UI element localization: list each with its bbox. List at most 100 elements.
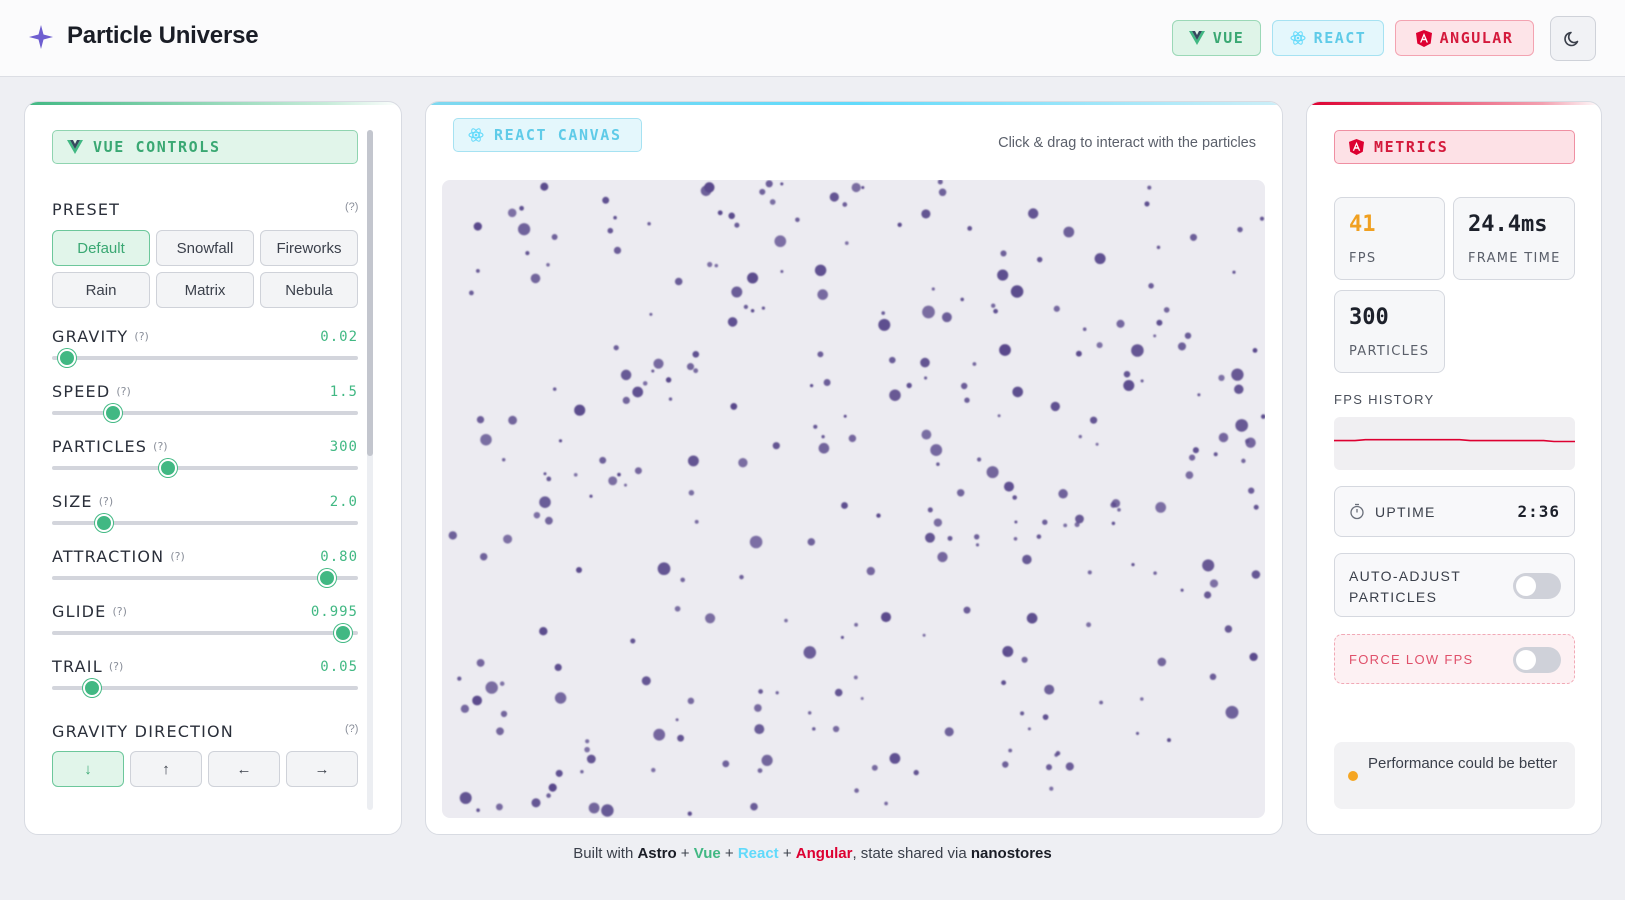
slider-thumb-trail[interactable]: [82, 679, 101, 697]
slider-help[interactable]: (?): [99, 495, 113, 508]
particle: [842, 202, 848, 207]
fps-label: FPS: [1349, 251, 1377, 266]
particle: [889, 389, 901, 401]
particle: [861, 185, 865, 190]
particle: [1116, 319, 1125, 328]
particle: [1028, 208, 1039, 219]
particle: [1147, 185, 1152, 190]
gravity-direction-help[interactable]: (?): [345, 723, 358, 735]
gravity-right-button[interactable]: →: [286, 751, 358, 787]
particle: [693, 368, 699, 374]
particle: [921, 429, 932, 440]
particle: [479, 552, 488, 561]
preset-rain-button[interactable]: Rain: [52, 272, 150, 308]
particle: [1000, 250, 1007, 257]
theme-toggle-button[interactable]: [1550, 16, 1596, 61]
preset-help[interactable]: (?): [345, 201, 358, 213]
vue-controls-panel: VUE CONTROLS PRESET (?) Default Snowfall…: [24, 101, 402, 835]
particle-canvas[interactable]: [442, 180, 1265, 818]
gravity-up-button[interactable]: ↑: [130, 751, 202, 787]
react-framework-badge[interactable]: REACT: [1272, 20, 1384, 56]
slider-track-gravity[interactable]: [52, 356, 358, 360]
particle: [1260, 414, 1265, 419]
particle: [1063, 523, 1068, 528]
slider-thumb-size[interactable]: [95, 514, 114, 532]
particle: [476, 416, 485, 424]
preset-snowfall-button[interactable]: Snowfall: [156, 230, 254, 266]
particle: [704, 182, 715, 193]
particle: [546, 476, 552, 482]
performance-status-text: Performance could be better: [1368, 755, 1558, 772]
vue-badge-label: VUE: [1212, 29, 1245, 47]
particle: [1202, 559, 1215, 572]
slider-thumb-glide[interactable]: [333, 624, 352, 642]
particle: [651, 369, 655, 373]
frame-time-label: FRAME TIME: [1468, 251, 1561, 266]
particle: [457, 676, 462, 681]
vue-framework-badge[interactable]: VUE: [1172, 20, 1261, 56]
particle: [613, 246, 622, 255]
particle: [761, 754, 773, 766]
gravity-left-button[interactable]: ←: [208, 751, 280, 787]
moon-icon: [1564, 31, 1579, 46]
particle: [991, 303, 996, 308]
slider-track-attraction[interactable]: [52, 576, 358, 580]
slider-track-glide[interactable]: [52, 631, 358, 635]
particle: [922, 305, 935, 319]
slider-thumb-particles[interactable]: [159, 459, 178, 477]
particle: [1148, 283, 1154, 289]
particle: [634, 467, 642, 475]
controls-scrollbar-thumb[interactable]: [367, 130, 373, 456]
footer-plus-2: +: [720, 845, 738, 862]
particle: [759, 188, 766, 195]
particle: [1184, 332, 1192, 339]
particle: [1135, 731, 1140, 735]
preset-fireworks-button[interactable]: Fireworks: [260, 230, 358, 266]
particle: [1026, 612, 1038, 624]
slider-help[interactable]: (?): [109, 660, 123, 673]
particle: [972, 362, 977, 366]
slider-help[interactable]: (?): [134, 330, 148, 343]
particle: [1155, 502, 1167, 513]
particle: [1140, 379, 1144, 383]
angular-framework-badge[interactable]: ANGULAR: [1395, 20, 1534, 56]
particle: [1232, 270, 1236, 274]
particle: [769, 199, 776, 205]
particle: [1021, 656, 1028, 663]
preset-default-button[interactable]: Default: [52, 230, 150, 266]
particle: [739, 574, 744, 580]
vue-controls-badge: VUE CONTROLS: [52, 130, 358, 164]
particle: [485, 681, 498, 694]
stopwatch-icon: [1350, 503, 1364, 520]
particle: [687, 697, 695, 705]
force-low-fps-toggle[interactable]: [1513, 647, 1561, 673]
particle: [1042, 714, 1049, 720]
particle: [613, 345, 619, 351]
particle: [555, 769, 563, 777]
particle: [1087, 570, 1092, 575]
force-low-fps-label: FORCE LOW FPS: [1349, 652, 1474, 667]
slider-help[interactable]: (?): [153, 440, 167, 453]
slider-help[interactable]: (?): [170, 550, 184, 563]
particle: [812, 727, 816, 731]
gravity-down-button[interactable]: ↓: [52, 751, 124, 787]
slider-track-particles[interactable]: [52, 466, 358, 470]
particle-field[interactable]: [442, 180, 1265, 818]
preset-nebula-button[interactable]: Nebula: [260, 272, 358, 308]
fps-value: 41: [1349, 212, 1376, 237]
slider-label-text: TRAIL: [52, 657, 103, 676]
metrics-badge: METRICS: [1334, 130, 1575, 164]
footer-plus-1: +: [676, 845, 694, 862]
slider-track-speed[interactable]: [52, 411, 358, 415]
slider-thumb-attraction[interactable]: [318, 569, 337, 587]
slider-help[interactable]: (?): [116, 385, 130, 398]
auto-adjust-toggle[interactable]: [1513, 573, 1561, 599]
particle: [1027, 727, 1031, 731]
particle: [1013, 536, 1018, 541]
slider-thumb-speed[interactable]: [104, 404, 123, 422]
slider-thumb-gravity[interactable]: [58, 349, 77, 367]
slider-help[interactable]: (?): [112, 605, 126, 618]
preset-matrix-button[interactable]: Matrix: [156, 272, 254, 308]
particle: [975, 543, 980, 547]
particle: [761, 306, 766, 310]
